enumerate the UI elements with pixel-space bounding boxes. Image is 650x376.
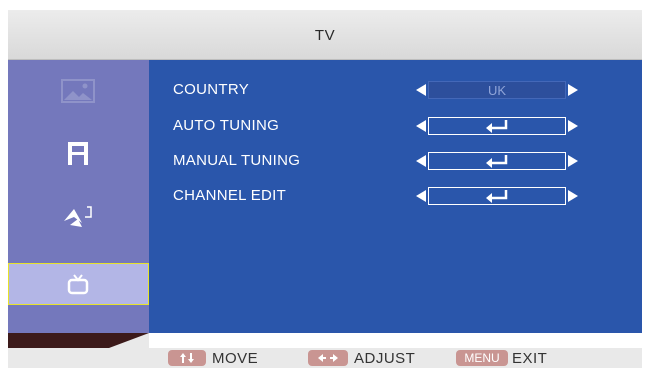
arrow-left-icon[interactable] [416,84,426,96]
arrow-left-icon[interactable] [416,120,426,132]
arrow-right-icon[interactable] [568,155,578,167]
enter-icon [486,155,508,168]
left-right-arrows-icon [308,350,348,366]
row-label: AUTO TUNING [173,117,280,134]
exit-label: EXIT [512,349,548,367]
arrow-right-icon[interactable] [568,120,578,132]
up-down-arrows-icon [168,350,206,366]
row-label: CHANNEL EDIT [173,187,287,204]
sidebar [8,60,149,333]
menu-row-manual-tuning[interactable]: MANUAL TUNING [173,149,633,173]
enter-icon [486,190,508,203]
exit-hint: MENU EXIT [456,348,547,368]
move-hint: MOVE [168,348,258,368]
menu-row-channel-edit[interactable]: CHANNEL EDIT [173,184,633,208]
setup-icon[interactable] [53,196,103,236]
sidebar-item-tv-selected[interactable] [8,263,149,305]
footer-help-bar: MOVE ADJUST MENU EXIT [8,348,642,368]
country-value[interactable]: UK [428,81,566,99]
enter-button[interactable] [428,187,566,205]
move-label: MOVE [212,349,259,367]
menu-header: TV [8,10,642,60]
arrow-left-icon[interactable] [416,155,426,167]
sidebar-footer-strip [8,333,149,348]
menu-row-auto-tuning[interactable]: AUTO TUNING [173,114,633,138]
tv-icon [53,266,103,302]
arrow-left-icon[interactable] [416,190,426,202]
row-label: MANUAL TUNING [173,152,301,169]
arrow-right-icon[interactable] [568,190,578,202]
adjust-hint: ADJUST [308,348,415,368]
adjust-label: ADJUST [354,349,416,367]
row-label: COUNTRY [173,81,249,98]
menu-key-badge: MENU [456,350,508,366]
menu-title: TV [314,27,336,44]
enter-icon [486,120,508,133]
menu-row-country[interactable]: COUNTRY UK [173,78,633,102]
tv-menu-panel: COUNTRY UK AUTO TUNING MANUAL TUNING CHA… [149,60,642,333]
arrow-right-icon[interactable] [568,84,578,96]
sound-icon[interactable] [53,132,103,172]
enter-button[interactable] [428,117,566,135]
picture-icon[interactable] [53,71,103,111]
enter-button[interactable] [428,152,566,170]
